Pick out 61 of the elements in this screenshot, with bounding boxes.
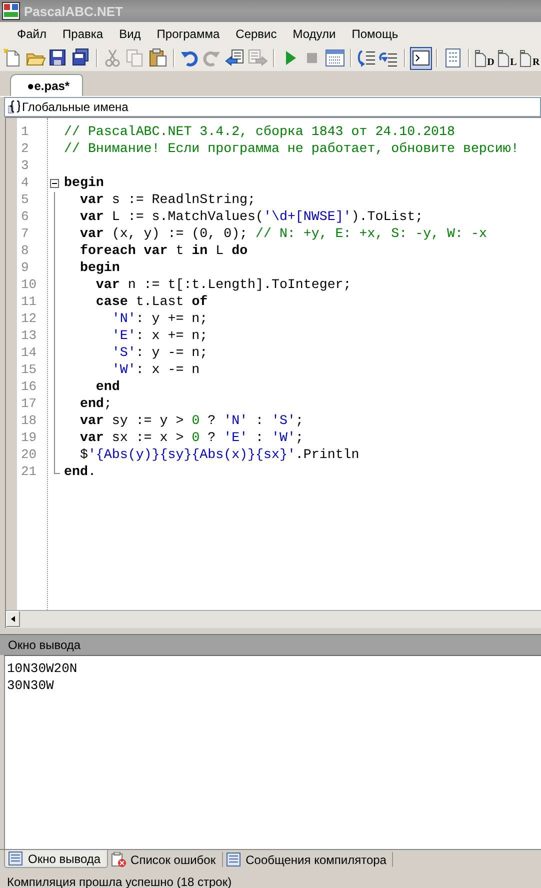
- code-line: 'W': x -= n: [110, 362, 200, 379]
- line-number: 13: [20, 328, 38, 345]
- line-number: 6: [20, 209, 30, 226]
- code-line: case t.Last of: [94, 294, 208, 311]
- code-line: begin: [78, 260, 120, 277]
- code-line: foreach var t in L do: [78, 243, 248, 260]
- line-number: 4: [20, 175, 30, 192]
- line-number: 8: [20, 243, 30, 260]
- code-line: $'{Abs(y)}{sy}{Abs(x)}{sx}'.Println: [78, 447, 360, 464]
- code-line: end;: [78, 396, 112, 413]
- line-number: 5: [20, 192, 30, 209]
- line-number: 12: [20, 311, 38, 328]
- line-number: 2: [20, 141, 30, 158]
- code-line: var L := s.MatchValues('\d+[NWSE]').ToList;: [78, 209, 424, 226]
- line-number: 18: [20, 413, 38, 430]
- code-line: end: [94, 379, 120, 396]
- line-number: 15: [20, 362, 38, 379]
- code-line: // PascalABC.NET 3.4.2, сборка 1843 от 24.10.2018: [64, 124, 455, 141]
- menu-item[interactable]: Программа: [148, 24, 228, 42]
- code-line: 'S': y -= n;: [110, 345, 208, 362]
- code-line: 'N': y += n;: [110, 311, 208, 328]
- menu-item[interactable]: Модули: [284, 24, 344, 42]
- code-line: var n := t[:t.Length].ToInteger;: [94, 277, 352, 294]
- window-title: PascalABC.NET: [24, 4, 123, 18]
- line-number: 17: [20, 396, 38, 413]
- code-line: 'E': x += n;: [110, 328, 208, 345]
- menu-item[interactable]: Вид: [111, 24, 149, 42]
- panel-title: Окно вывода: [0, 634, 541, 655]
- line-number: 11: [20, 294, 38, 311]
- status-text: Компиляция прошла успешно (18 строк): [7, 874, 232, 888]
- line-number: 16: [20, 379, 38, 396]
- template-button[interactable]: L: [496, 46, 518, 70]
- code-line: var sy := y > 0 ? 'N' : 'S';: [78, 413, 304, 430]
- line-number: 19: [20, 430, 38, 447]
- code-line: end.: [64, 464, 96, 481]
- menu-item[interactable]: Сервис: [228, 24, 285, 42]
- code-line: var (x, y) := (0, 0); // N: +y, E: +x, S: -y, W: -x: [78, 226, 487, 243]
- file-tab[interactable]: ●e.pas*: [10, 74, 83, 96]
- output-line: 10N30W20N: [7, 660, 78, 677]
- scope-dropdown[interactable]: Глобальные имена: [22, 100, 128, 114]
- line-number: 10: [20, 277, 38, 294]
- line-number: 20: [20, 447, 38, 464]
- line-number: 14: [20, 345, 38, 362]
- line-number: 3: [20, 158, 30, 175]
- line-number: 1: [20, 124, 30, 141]
- panel-tab[interactable]: Список ошибок: [108, 852, 223, 867]
- panel-tab[interactable]: Сообщения компилятора: [222, 852, 394, 867]
- menu-item[interactable]: Помощь: [344, 24, 406, 42]
- code-line: begin: [64, 175, 104, 192]
- template-button[interactable]: R: [519, 46, 541, 70]
- menu-item[interactable]: Правка: [54, 24, 112, 42]
- template-button[interactable]: D: [474, 46, 496, 70]
- code-line: var sx := x > 0 ? 'E' : 'W';: [78, 430, 304, 447]
- line-number: 21: [20, 464, 38, 481]
- code-line: var s := ReadlnString;: [78, 192, 256, 209]
- menu-item[interactable]: Файл: [9, 24, 55, 42]
- line-number: 9: [20, 260, 30, 277]
- output-line: 30N30W: [7, 677, 54, 694]
- code-line: // Внимание! Если программа не работает, обновите версию!: [64, 141, 519, 158]
- panel-tab[interactable]: Окно вывода: [4, 850, 108, 868]
- line-number: 7: [20, 226, 30, 243]
